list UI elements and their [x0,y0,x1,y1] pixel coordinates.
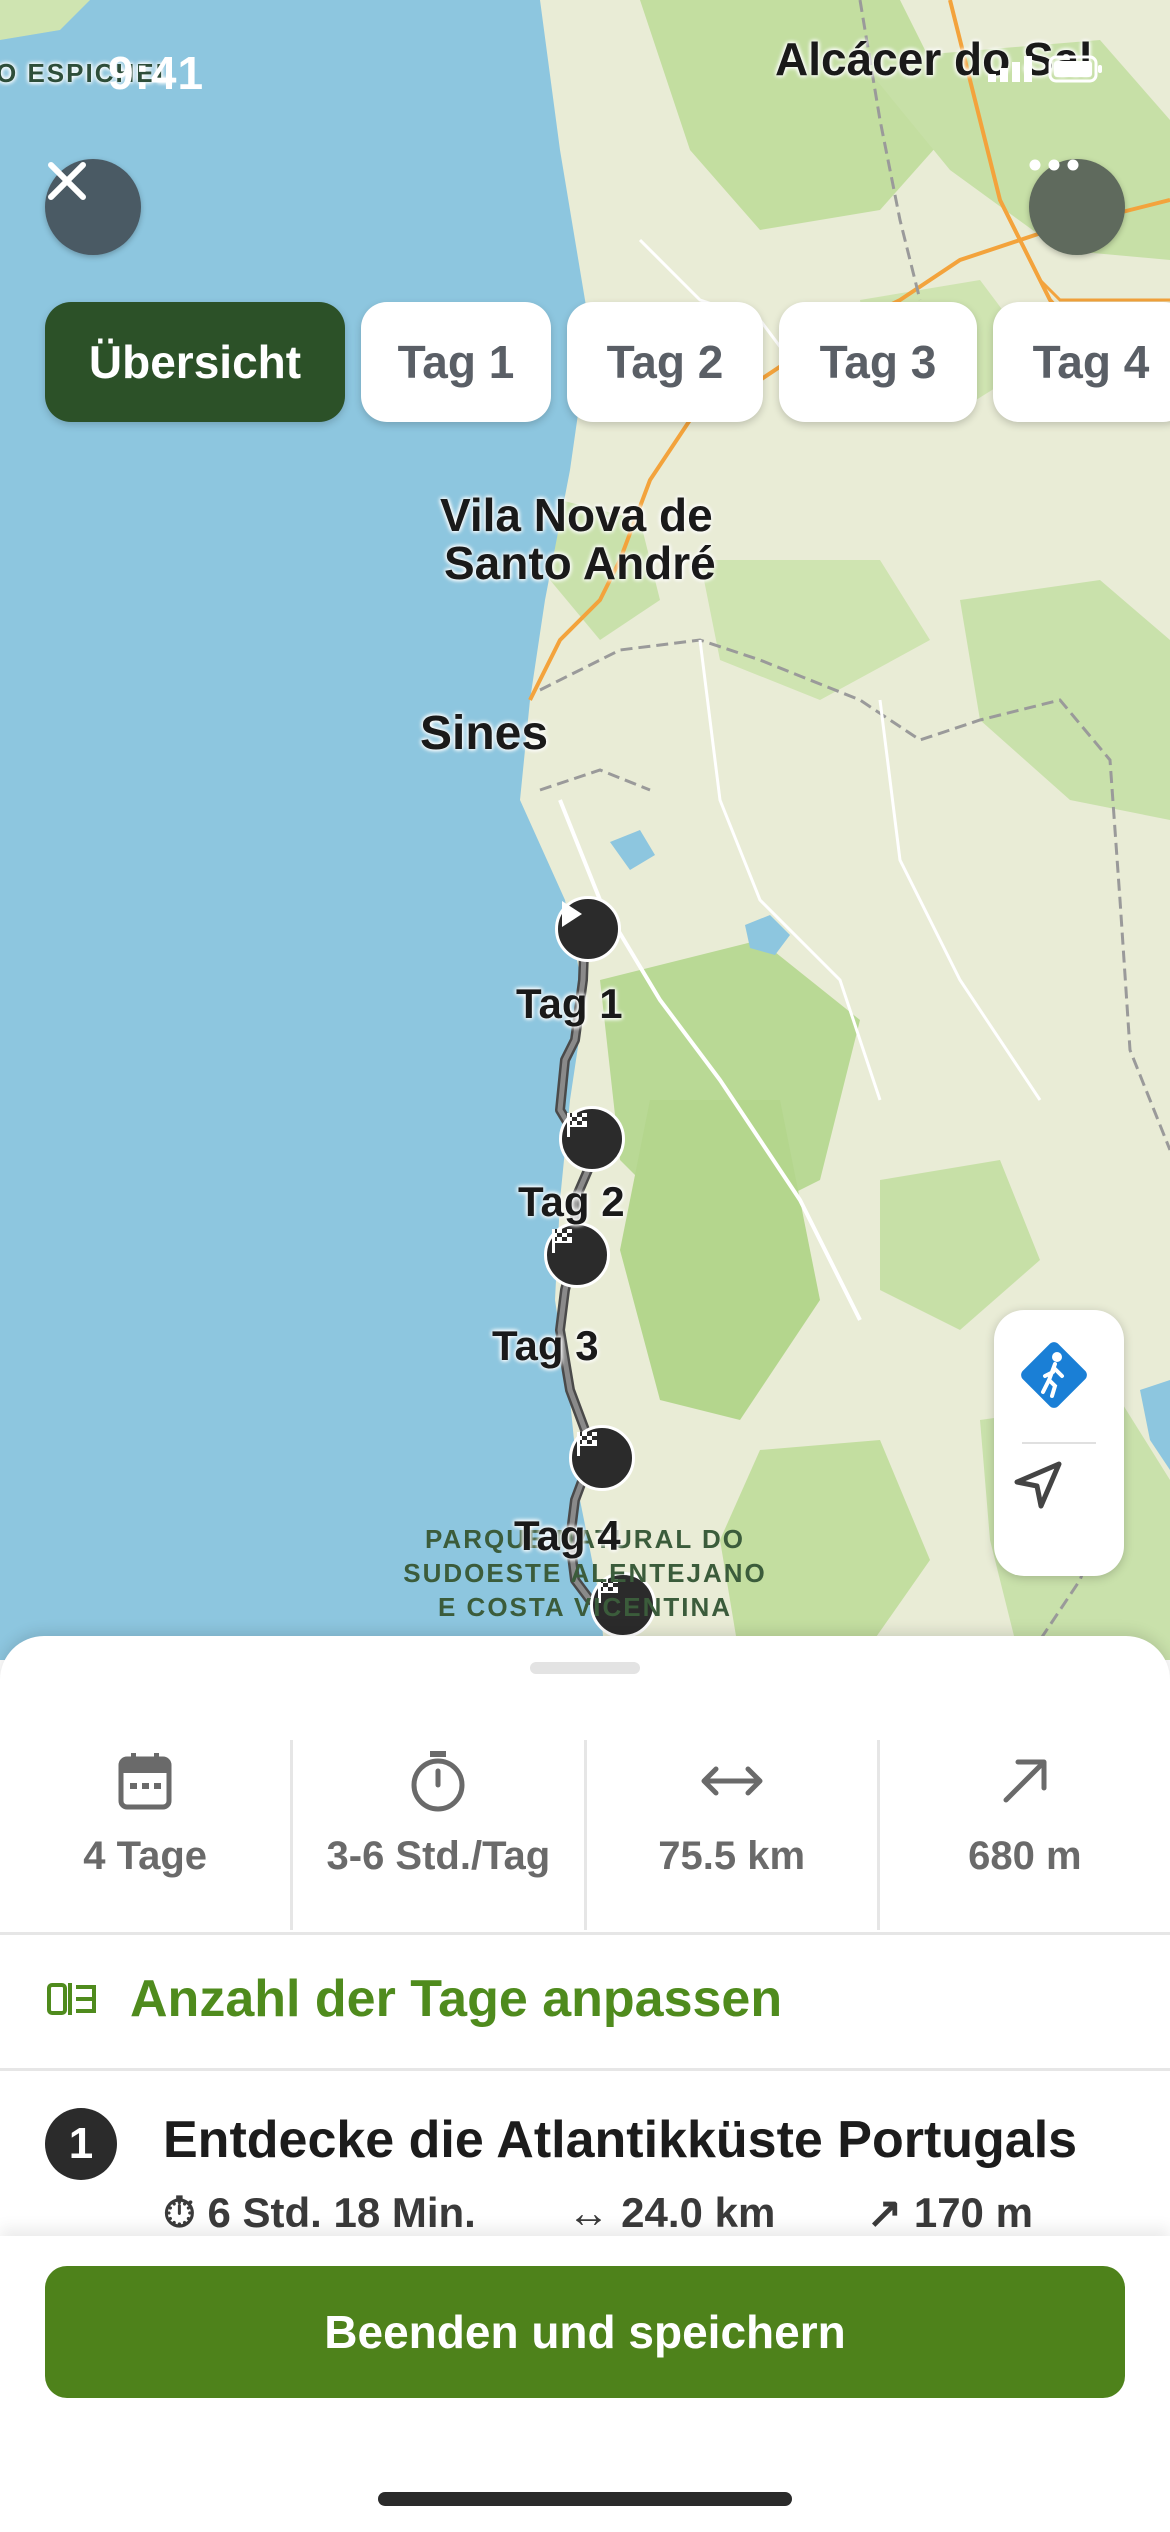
day-distance: ↔ 24.0 km [567,2189,776,2236]
map-tools [994,1310,1124,1576]
more-icon [1029,159,1079,171]
stat-days-value: 4 Tage [83,1834,207,1878]
locate-button[interactable] [1009,1458,1109,1558]
day-number-badge: 1 [45,2108,117,2180]
map-label-park-line3: E COSTA VICENTINA [437,1592,732,1622]
finish-flag-icon [577,1432,597,1456]
day-end-marker[interactable] [569,1425,635,1491]
tab-overview[interactable]: Übersicht [45,302,345,422]
sheet-grabber[interactable] [530,1662,640,1674]
sport-type-button[interactable] [1009,1330,1109,1430]
close-button[interactable] [45,159,141,255]
hiking-icon [1021,1342,1087,1408]
tab-day-2[interactable]: Tag 2 [567,302,763,422]
tab-day-4[interactable]: Tag 4 [993,302,1170,422]
finish-and-save-button[interactable]: Beenden und speichern [45,2266,1125,2398]
status-time: 9:41 [108,47,205,99]
tab-day-3[interactable]: Tag 3 [779,302,977,422]
close-icon [48,162,86,200]
day-list-item[interactable]: 1 Entdecke die Atlantikküste Portugals ⏱… [0,2096,1170,2236]
stat-distance: 75.5 km [587,1740,880,1930]
adjust-days-label: Anzahl der Tage anpassen [130,1970,783,2028]
route-label-day3: Tag 3 [492,1322,599,1369]
day-tabs: Übersicht Tag 1 Tag 2 Tag 3 Tag 4 [45,302,1170,422]
finish-flag-icon [567,1113,587,1137]
calendar-icon [118,1753,172,1810]
adjust-days-button[interactable]: Anzahl der Tage anpassen [0,1934,1170,2064]
map-tools-divider [1022,1442,1096,1444]
stat-distance-value: 75.5 km [658,1834,806,1878]
stat-days: 4 Tage [0,1740,294,1930]
tab-day-1[interactable]: Tag 1 [361,302,551,422]
map-label-sines: Sines [420,707,549,760]
distance-icon [701,1766,763,1796]
day-ascent: ↗ 170 m [866,2189,1033,2236]
route-map[interactable]: O ESPICHEL Alcácer do Sal Vila Nova de S… [0,0,1170,1660]
play-icon [562,901,582,927]
map-label-vila-nova-line2: Santo André [444,537,716,589]
map-label-vila-nova-line1: Vila Nova de [440,489,713,541]
route-label-day2: Tag 2 [518,1178,625,1225]
map-label-park-line2: SUDOESTE ALENTEJANO [403,1558,767,1588]
day-title: Entdecke die Atlantikküste Portugals [163,2111,1078,2169]
route-label-day4: Tag 4 [514,1512,621,1559]
stat-ascent-value: 680 m [968,1834,1082,1878]
status-icons [988,54,1108,84]
stat-duration: 3-6 Std./Tag [293,1740,587,1930]
ascent-icon [1003,1759,1047,1803]
adjust-days-icon [47,1983,96,2015]
battery-icon [988,55,1102,83]
stat-duration-value: 3-6 Std./Tag [326,1834,551,1878]
route-start-marker[interactable] [555,896,621,962]
route-label-day1: Tag 1 [516,980,623,1027]
finish-flag-icon [552,1229,572,1253]
home-indicator [378,2492,792,2506]
locate-icon [1014,1461,1062,1509]
stopwatch-icon [411,1751,465,1812]
stat-ascent: 680 m [880,1740,1170,1930]
more-options-button[interactable] [1029,159,1125,255]
day-meta: ⏱ 6 Std. 18 Min. ↔ 24.0 km ↗ 170 m [163,2188,1113,2238]
footer-bar: Beenden und speichern [0,2236,1170,2532]
day-end-marker[interactable] [544,1222,610,1288]
day-end-marker[interactable] [559,1106,625,1172]
day-duration: ⏱ 6 Std. 18 Min. [163,2189,476,2236]
divider [0,2068,1170,2071]
route-stats: 4 Tage 3-6 Std./Tag 75.5 km 680 m [0,1740,1170,1930]
